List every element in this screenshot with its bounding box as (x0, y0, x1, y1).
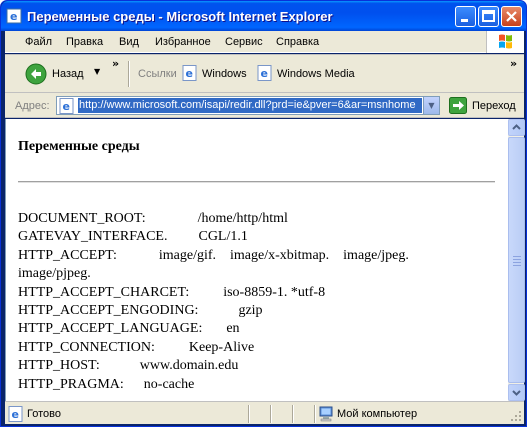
env-value: CGL/1.1 (198, 229, 248, 245)
scroll-down-button[interactable] (508, 384, 525, 401)
menu-tools[interactable]: Сервис (225, 36, 263, 48)
status-bar: e Готово Мой компьютер (5, 401, 524, 424)
env-name: HTTP_ACCEPT_CHARCET: (18, 284, 190, 300)
security-zone-label: Мой компьютер (337, 408, 418, 420)
env-name: HTTP_ACCEPT: (18, 247, 117, 263)
svg-text:e: e (261, 67, 268, 80)
svg-text:e: e (12, 408, 19, 421)
minimize-button[interactable] (455, 6, 476, 27)
status-separator (292, 405, 294, 423)
close-button[interactable] (501, 6, 522, 27)
env-value: /home/http/html (197, 211, 288, 226)
back-arrow-icon[interactable] (25, 63, 47, 85)
ie-page-icon: e (182, 65, 197, 81)
chevron-up-icon (512, 124, 521, 130)
windows-flag-icon (499, 34, 512, 49)
env-name: HTTP_CONNECTION: (18, 339, 155, 355)
env-row: HTTP_ACCEPT_CHARCET: iso-8859-1. *utf-8 (18, 284, 498, 302)
status-text: Готово (27, 408, 61, 420)
scroll-up-button[interactable] (508, 119, 525, 136)
env-name: HTTP_PRAGMA: (18, 376, 124, 392)
chevron-down-icon (512, 390, 521, 396)
status-separator (248, 405, 250, 423)
resize-grip-icon[interactable] (510, 410, 522, 422)
minimize-icon (461, 19, 468, 22)
env-value: image/gif. image/x-xbitmap. image/jpeg. (158, 247, 409, 263)
env-value: gzip (238, 303, 263, 319)
env-row: GATEVAY_INTERFACE. CGL/1.1 (18, 228, 498, 246)
env-row: HTTP_CONNECTION: Keep-Alive (18, 339, 498, 357)
svg-text:e: e (63, 100, 70, 113)
window-title: Переменные среды - Microsoft Internet Ex… (27, 9, 333, 24)
status-separator (314, 405, 316, 423)
status-separator (270, 405, 272, 423)
title-bar[interactable]: e Переменные среды - Microsoft Internet … (1, 1, 526, 31)
env-value: iso-8859-1. *utf-8 (223, 284, 326, 300)
go-arrow-icon[interactable] (449, 97, 467, 114)
address-input[interactable]: e http://www.microsoft.com/isapi/redir.d… (56, 96, 440, 115)
env-row: HTTP_ACCEPT_ENGODING: gzip (18, 302, 498, 320)
go-button-label[interactable]: Переход (472, 100, 516, 112)
env-name: HTTP_ACCEPT_ENGODING: (18, 303, 199, 319)
toolbar-chevron-icon[interactable]: » (112, 57, 119, 70)
close-icon (506, 11, 517, 22)
links-label: Ссылки (138, 68, 177, 80)
ie-icon: e (6, 8, 22, 24)
env-row-continuation: image/pjpeg. (18, 265, 498, 283)
env-name: DOCUMENT_ROOT: (18, 211, 146, 226)
env-row: HTTP_HOST: www.domain.edu (18, 357, 498, 375)
link-windows-media-label: Windows Media (277, 68, 355, 80)
page-heading: Переменные среды (18, 139, 140, 154)
env-variable-list: DOCUMENT_ROOT: /home/http/html GATEVAY_IN… (18, 210, 498, 394)
env-row: HTTP_ACCEPT_LANGUAGE: en (18, 320, 498, 338)
menu-favorites[interactable]: Избранное (155, 36, 211, 48)
horizontal-rule (18, 181, 495, 183)
menu-file[interactable]: Файл (25, 36, 52, 48)
address-bar: Адрес: e http://www.microsoft.com/isapi/… (5, 93, 524, 118)
env-value: www.domain.edu (139, 358, 239, 374)
ie-page-icon: e (59, 98, 74, 114)
windows-logo (486, 31, 524, 53)
browser-window: e Переменные среды - Microsoft Internet … (0, 0, 527, 427)
env-row: HTTP_ACCEPT: image/gif. image/x-xbitmap. … (18, 247, 498, 265)
maximize-icon (482, 10, 495, 22)
ie-page-icon: e (8, 406, 23, 422)
svg-text:e: e (186, 67, 193, 80)
maximize-button[interactable] (478, 6, 499, 27)
toolbar-separator (128, 61, 130, 87)
menu-edit[interactable]: Правка (66, 36, 103, 48)
address-url[interactable]: http://www.microsoft.com/isapi/redir.dll… (78, 98, 422, 113)
my-computer-icon (319, 406, 333, 422)
env-row: DOCUMENT_ROOT: /home/http/html (18, 210, 498, 228)
env-name: HTTP_ACCEPT_LANGUAGE: (18, 321, 203, 337)
svg-text:e: e (10, 10, 17, 23)
back-button-label[interactable]: Назад (52, 68, 84, 80)
address-dropdown-icon[interactable]: ▼ (423, 97, 439, 114)
address-label: Адрес: (15, 100, 50, 112)
env-value: no-cache (143, 376, 195, 392)
standard-toolbar: Назад ▼ » Ссылки e Windows e Windows Med… (5, 54, 524, 93)
menu-help[interactable]: Справка (276, 36, 319, 48)
scroll-thumb[interactable] (508, 137, 525, 383)
env-value: Keep-Alive (188, 339, 255, 355)
back-dropdown-icon[interactable]: ▼ (94, 67, 100, 76)
ie-page-icon: e (257, 65, 272, 81)
page-content: Переменные среды DOCUMENT_ROOT: /home/htt… (5, 119, 507, 401)
menu-view[interactable]: Вид (119, 36, 139, 48)
menu-bar: Файл Правка Вид Избранное Сервис Справка (5, 31, 524, 53)
links-chevron-icon[interactable]: » (510, 57, 517, 70)
env-value: image/pjpeg. (18, 266, 91, 282)
link-windows-label: Windows (202, 68, 247, 80)
env-name: HTTP_HOST: (18, 358, 100, 374)
env-value: en (226, 321, 240, 337)
vertical-scrollbar[interactable] (507, 119, 525, 401)
env-row: HTTP_PRAGMA: no-cache (18, 376, 498, 394)
env-name: GATEVAY_INTERFACE. (18, 229, 168, 245)
